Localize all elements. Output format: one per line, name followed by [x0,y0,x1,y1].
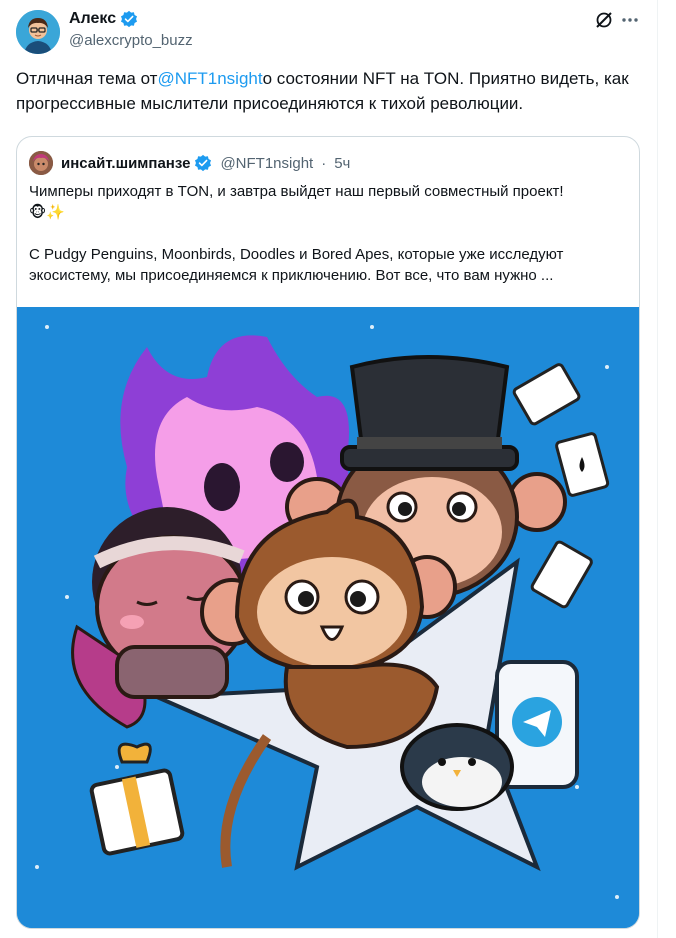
quoted-separator: · [321,154,327,172]
more-icon[interactable] [620,10,640,30]
illustration [17,307,639,928]
author-display-name[interactable]: Алекс [69,10,116,28]
author-avatar[interactable] [16,10,60,54]
quoted-time[interactable]: 5ч [334,155,350,172]
author-name-row[interactable]: Алекс [69,10,138,28]
quoted-text: Чимперы приходят в TON, и завтра выйдет … [29,181,629,286]
quoted-text-line: С Pudgy Penguins, Moonbirds, Doodles и B… [29,246,564,284]
verified-badge-icon [195,154,212,172]
quoted-media-image[interactable] [17,307,639,928]
quoted-header: инсайт.шимпанзе @NFT1nsight · 5ч [29,151,350,175]
quoted-handle[interactable]: @NFT1nsight [220,155,313,172]
quoted-tweet[interactable]: инсайт.шимпанзе @NFT1nsight · 5ч Чимперы… [16,136,640,929]
quoted-emoji-line: 🐵✨ [29,204,66,221]
quoted-text-line: Чимперы приходят в TON, и завтра выйдет … [29,183,564,200]
verified-badge-icon [121,10,138,28]
tweet-text: Отличная тема от@NFT1nsightо состоянии N… [16,66,646,116]
grok-icon[interactable] [594,10,614,30]
author-handle[interactable]: @alexcrypto_buzz [69,32,193,49]
mention-link[interactable]: @NFT1nsight [157,69,262,88]
tweet-header: Алекс @alexcrypto_buzz [16,8,640,54]
quoted-display-name[interactable]: инсайт.шимпанзе [61,155,190,172]
quoted-blank-line [29,223,629,244]
tweet-text-start: Отличная тема от [16,69,158,88]
quoted-avatar[interactable] [29,151,53,175]
column-divider [657,0,658,938]
